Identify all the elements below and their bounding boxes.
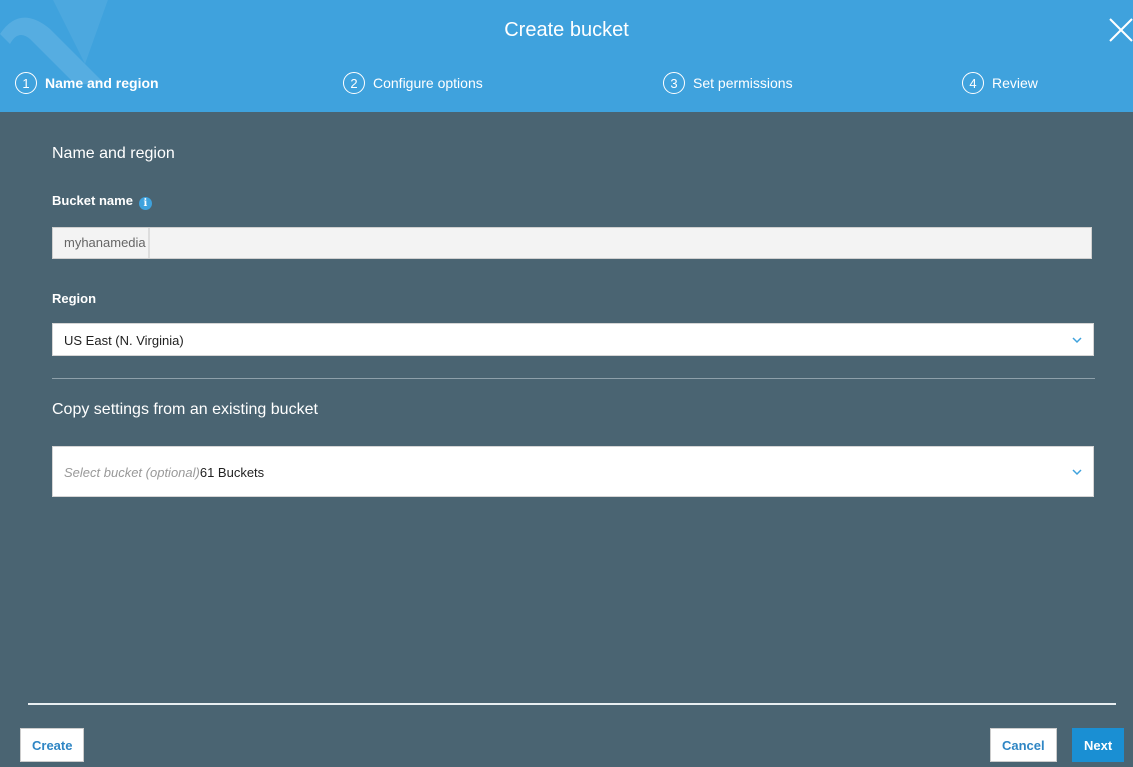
region-selected-value: US East (N. Virginia) (64, 333, 184, 348)
bucket-name-label-text: Bucket name (52, 193, 133, 208)
copy-bucket-value: Select bucket (optional)61 Buckets (64, 465, 264, 480)
wizard-steps: 1 Name and region 2 Configure options 3 … (0, 72, 1133, 102)
step-number: 2 (343, 72, 365, 94)
step-label: Set permissions (693, 75, 793, 91)
bucket-name-label: Bucket name i (52, 193, 152, 210)
section-divider (52, 378, 1095, 379)
step-review[interactable]: 4 Review (962, 72, 1038, 94)
step-configure-options[interactable]: 2 Configure options (343, 72, 483, 94)
info-icon[interactable]: i (138, 197, 152, 210)
footer-divider (28, 703, 1116, 705)
create-button[interactable]: Create (20, 728, 85, 762)
chevron-down-icon (1072, 469, 1082, 476)
bucket-name-input[interactable]: myhanamedia (52, 227, 1092, 259)
bucket-count: 61 Buckets (199, 465, 265, 480)
next-button[interactable]: Next (1072, 728, 1125, 762)
step-label: Name and region (45, 75, 159, 91)
section-title: Name and region (52, 145, 175, 162)
step-label: Review (992, 75, 1038, 91)
step-number: 4 (962, 72, 984, 94)
step-number: 3 (663, 72, 685, 94)
copy-settings-title: Copy settings from an existing bucket (52, 401, 318, 418)
chevron-down-icon (1072, 337, 1082, 344)
copy-bucket-select[interactable]: Select bucket (optional)61 Buckets (52, 446, 1094, 497)
region-label: Region (52, 291, 97, 306)
step-name-and-region[interactable]: 1 Name and region (15, 72, 159, 94)
cancel-button[interactable]: Cancel (990, 728, 1057, 762)
region-select[interactable]: US East (N. Virginia) (52, 323, 1094, 356)
step-set-permissions[interactable]: 3 Set permissions (663, 72, 793, 94)
close-icon[interactable] (1105, 14, 1133, 42)
step-number: 1 (15, 72, 37, 94)
copy-bucket-placeholder: Select bucket (optional) (64, 465, 200, 480)
dialog-header: Create bucket 1 Name and region 2 Config… (0, 0, 1133, 112)
bucket-name-value: myhanamedia (53, 228, 150, 258)
dialog-title: Create bucket (504, 19, 629, 41)
step-label: Configure options (373, 75, 483, 91)
